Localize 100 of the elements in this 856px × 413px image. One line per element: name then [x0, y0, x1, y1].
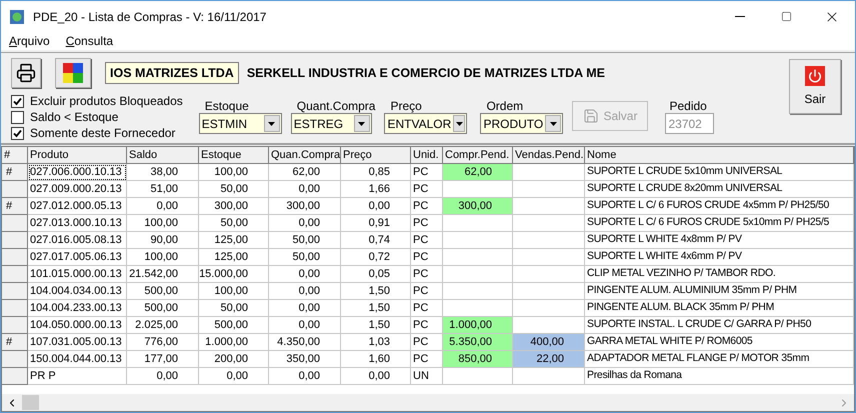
table-cell: 500,00	[127, 300, 199, 317]
table-cell: SUPORTE L WHITE 4x6mm P/ PV	[585, 249, 854, 266]
table-cell: PR P	[28, 368, 127, 385]
dropdown[interactable]: ENTVALOR	[384, 113, 468, 134]
table-cell: 2.025,00	[127, 317, 199, 334]
table-cell	[513, 283, 585, 300]
table-cell	[513, 266, 585, 283]
supplier-name: SERKELL INDUSTRIA E COMERCIO DE MATRIZES LTDA ME	[246, 64, 605, 82]
table-cell: 104.004.034.00.13	[28, 283, 127, 300]
dropdown[interactable]: PRODUTO	[480, 113, 564, 134]
table-cell	[513, 164, 585, 181]
table-cell	[443, 283, 513, 300]
table-cell: 0,91	[341, 215, 411, 232]
table-cell: 1.000,00	[443, 317, 513, 334]
table-cell: 104.050.000.00.13	[28, 317, 127, 334]
dropdown[interactable]: ESTREG	[290, 113, 372, 134]
table-cell: 100,00	[127, 215, 199, 232]
table-cell: PC	[411, 283, 443, 300]
table-cell: 0,00	[269, 215, 341, 232]
column-header[interactable]: Unid.	[411, 147, 443, 164]
row-header[interactable]: #	[2, 198, 28, 215]
maximize-icon	[780, 11, 792, 22]
scrollbar-thumb[interactable]	[22, 395, 39, 410]
row-header[interactable]	[2, 215, 28, 232]
table-cell: 50,00	[199, 300, 269, 317]
table-cell: 0,05	[341, 266, 411, 283]
table-cell: 5.350,00	[443, 334, 513, 351]
row-header[interactable]	[2, 181, 28, 198]
table-cell: 50,00	[269, 232, 341, 249]
row-header[interactable]	[2, 249, 28, 266]
table-cell: PINGENTE ALUM. BLACK 35mm P/ PHM	[585, 300, 854, 317]
row-header[interactable]: #	[2, 334, 28, 351]
dropdown-label: Quant.Compra	[296, 99, 376, 113]
checkbox-label: Somente deste Fornecedor	[30, 125, 176, 142]
column-header[interactable]: Quan.Compra	[269, 147, 341, 164]
table-cell: ADAPTADOR METAL FLANGE P/ MOTOR 35mm	[585, 351, 854, 368]
table-cell: PC	[411, 249, 443, 266]
column-header[interactable]: Compr.Pend.	[443, 147, 513, 164]
table-cell: 500,00	[127, 283, 199, 300]
column-header[interactable]: #	[2, 147, 28, 164]
table-cell: 776,00	[127, 334, 199, 351]
row-header[interactable]	[2, 266, 28, 283]
puzzle-button[interactable]	[55, 58, 91, 88]
table-cell: 90,00	[127, 232, 199, 249]
horizontal-scrollbar[interactable]	[2, 394, 854, 411]
table-cell: 0,00	[341, 198, 411, 215]
table-cell: 850,00	[443, 351, 513, 368]
table-cell: 0,00	[127, 368, 199, 385]
column-header[interactable]: Vendas.Pend.	[513, 147, 585, 164]
checkbox[interactable]	[11, 110, 24, 124]
menu-item[interactable]: Consulta	[66, 32, 114, 50]
table-cell: 62,00	[443, 164, 513, 181]
table-cell: 125,00	[199, 249, 269, 266]
table-cell: 1,50	[341, 283, 411, 300]
row-header[interactable]: #	[2, 164, 28, 181]
table-cell: 027.006.000.10.13	[28, 164, 127, 181]
table-cell: 1,50	[341, 300, 411, 317]
row-header[interactable]	[2, 300, 28, 317]
checkbox-label: Saldo < Estoque	[30, 109, 118, 126]
column-header[interactable]: Saldo	[127, 147, 199, 164]
table-cell: 4.350,00	[269, 334, 341, 351]
row-header[interactable]	[2, 317, 28, 334]
table-cell: SUPORTE L C/ 6 FUROS CRUDE 4x5mm P/ PH25/50	[585, 198, 854, 215]
table-cell: 50,00	[199, 215, 269, 232]
exit-button[interactable]: Sair	[789, 59, 841, 114]
table-cell: UN	[411, 368, 443, 385]
row-header[interactable]	[2, 351, 28, 368]
table-cell: 177,00	[127, 351, 199, 368]
table-cell: 027.017.005.06.13	[28, 249, 127, 266]
table-cell: 0,00	[199, 368, 269, 385]
table-cell: 22,00	[513, 351, 585, 368]
table-cell: 100,00	[127, 249, 199, 266]
menu-item[interactable]: Arquivo	[9, 32, 50, 50]
table-cell: 125,00	[199, 232, 269, 249]
table-cell: PC	[411, 232, 443, 249]
table-cell	[513, 232, 585, 249]
column-header[interactable]: Produto	[28, 147, 127, 164]
row-header[interactable]	[2, 232, 28, 249]
column-header[interactable]: Nome	[585, 147, 854, 164]
table-cell: 0,74	[341, 232, 411, 249]
table-cell: 100,00	[199, 164, 269, 181]
table-cell: 0,85	[341, 164, 411, 181]
row-header[interactable]	[2, 368, 28, 385]
table-cell	[513, 300, 585, 317]
window-title: PDE_20 - Lista de Compras - V: 16/11/2017	[33, 8, 266, 26]
dropdown-label: Ordem	[485, 99, 524, 113]
dropdown-label: Estoque	[204, 99, 250, 113]
checkbox[interactable]	[11, 126, 24, 140]
table-cell: 0,72	[341, 249, 411, 266]
minimize-icon	[735, 16, 745, 17]
column-header[interactable]: Estoque	[199, 147, 269, 164]
column-header[interactable]: Preço	[341, 147, 411, 164]
table-cell	[513, 181, 585, 198]
dropdown[interactable]: ESTMIN	[198, 113, 282, 134]
table-cell: 0,00	[269, 283, 341, 300]
order-label: Pedido	[668, 99, 708, 113]
table-cell: 027.009.000.20.13	[28, 181, 127, 198]
checkbox[interactable]	[11, 94, 24, 108]
print-button[interactable]	[11, 58, 41, 88]
row-header[interactable]	[2, 283, 28, 300]
